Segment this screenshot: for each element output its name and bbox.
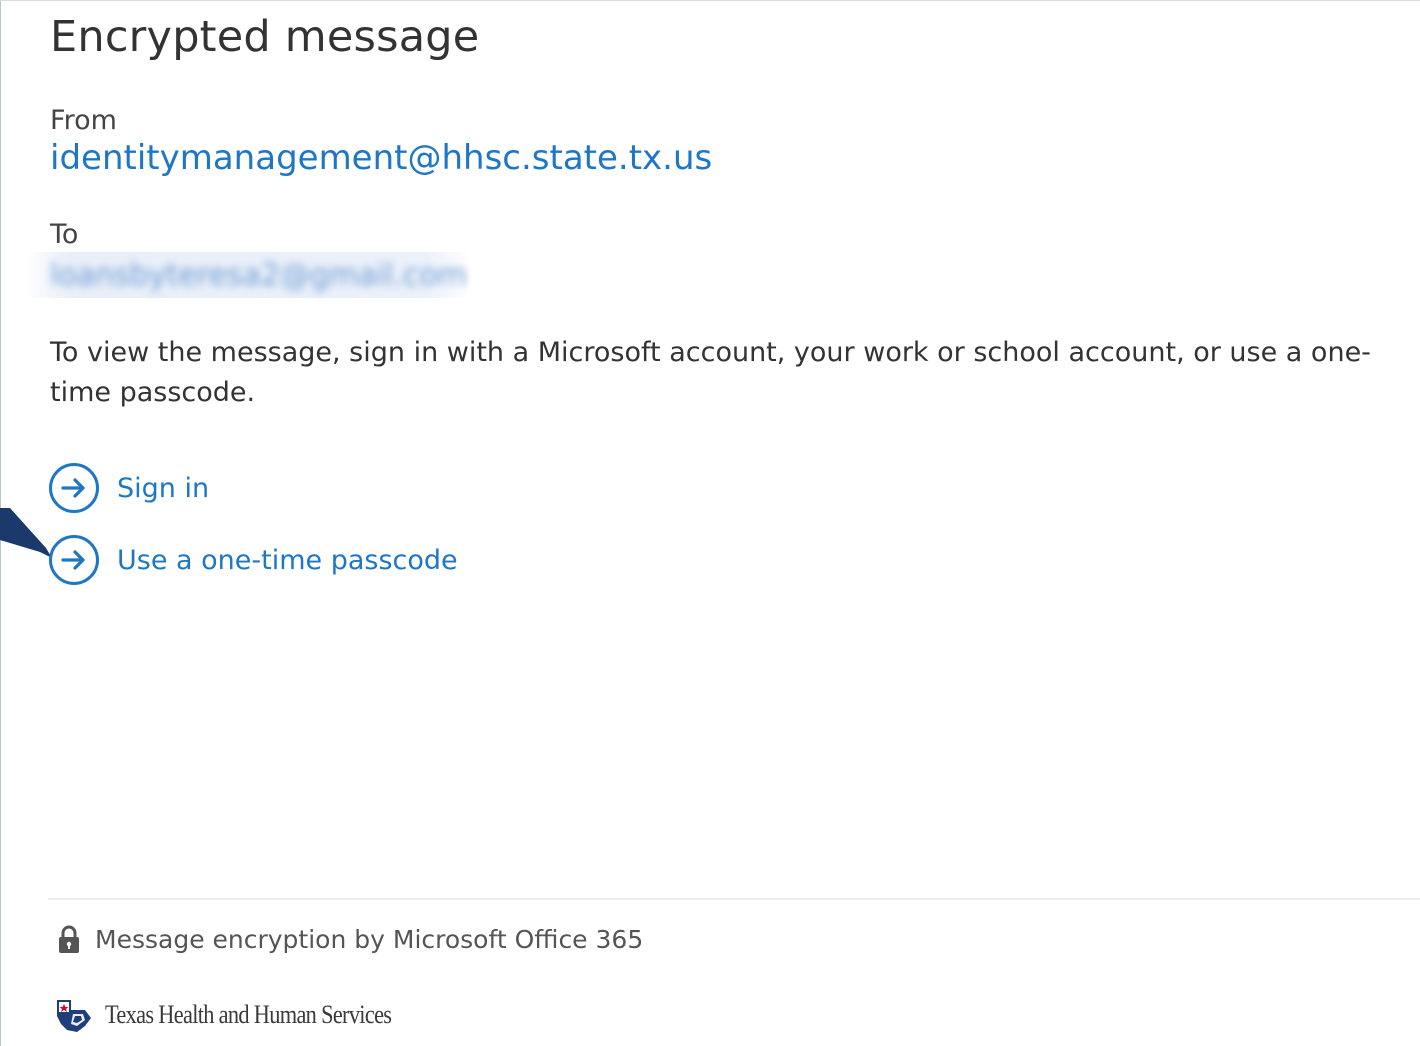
to-label: To — [50, 219, 79, 250]
one-time-passcode-label[interactable]: Use a one-time passcode — [117, 545, 458, 576]
arrow-circle-right-icon — [49, 535, 99, 585]
texas-hhs-logo-icon — [57, 1000, 91, 1032]
arrow-circle-right-icon — [49, 463, 99, 513]
instructions-text: To view the message, sign in with a Micr… — [50, 337, 1371, 408]
sender-address: identitymanagement@hhsc.state.tx.us — [50, 138, 713, 178]
recipient-address-blurred: loansbyteresa2@gmail.com — [28, 252, 468, 298]
footer-divider — [48, 898, 1420, 900]
sign-in-link[interactable]: Sign in — [48, 462, 209, 514]
sign-in-label[interactable]: Sign in — [117, 473, 209, 504]
organization-name: Texas Health and Human Services — [105, 1000, 392, 1029]
from-label: From — [50, 105, 117, 136]
encrypted-message-page: Encrypted message From identitymanagemen… — [0, 0, 1420, 1046]
page-title: Encrypted message — [50, 12, 480, 62]
organization-branding: Texas Health and Human Services — [55, 996, 438, 1034]
recipient-address: loansbyteresa2@gmail.com — [50, 258, 467, 293]
lock-icon — [59, 925, 79, 953]
encryption-note-text: Message encryption by Microsoft Office 3… — [95, 924, 644, 954]
top-border — [0, 0, 1420, 1]
one-time-passcode-link[interactable]: Use a one-time passcode — [48, 534, 458, 586]
encryption-note: Message encryption by Microsoft Office 3… — [57, 924, 643, 954]
